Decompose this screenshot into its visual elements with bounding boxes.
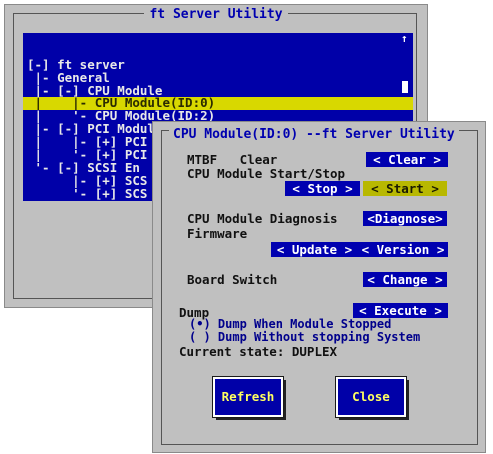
change-button[interactable]: < Change >: [363, 272, 447, 287]
diagnose-button[interactable]: <Diagnose>: [363, 211, 447, 226]
startstop-label: CPU Module Start/Stop: [187, 166, 346, 181]
stop-button[interactable]: < Stop >: [285, 181, 360, 196]
start-button[interactable]: < Start >: [363, 181, 447, 196]
firmware-label: Firmware: [187, 226, 248, 241]
refresh-button[interactable]: Refresh: [212, 376, 284, 418]
mtbf-label: MTBF Clear: [187, 152, 278, 167]
close-button[interactable]: Close: [335, 376, 407, 418]
execute-button[interactable]: < Execute >: [353, 303, 448, 318]
radio-dump-without-stopping[interactable]: ( ) Dump Without stopping System: [189, 330, 420, 344]
dialog-title: CPU Module(ID:0) --ft Server Utility: [169, 123, 459, 142]
board-switch-label: Board Switch: [187, 272, 278, 287]
scroll-up-icon[interactable]: ↑: [401, 33, 408, 46]
update-button[interactable]: < Update >: [271, 242, 358, 257]
scroll-thumb[interactable]: [402, 81, 408, 93]
current-state: Current state: DUPLEX: [179, 344, 338, 359]
window-title: ft Server Utility: [5, 5, 427, 24]
cpu-module-dialog: CPU Module(ID:0) --ft Server Utility MTB…: [152, 121, 486, 453]
version-button[interactable]: < Version >: [358, 242, 448, 257]
clear-button[interactable]: < Clear >: [366, 152, 448, 167]
diagnosis-label: CPU Module Diagnosis: [187, 211, 338, 226]
radio-dump-when-stopped[interactable]: (•) Dump When Module Stopped: [189, 317, 391, 331]
